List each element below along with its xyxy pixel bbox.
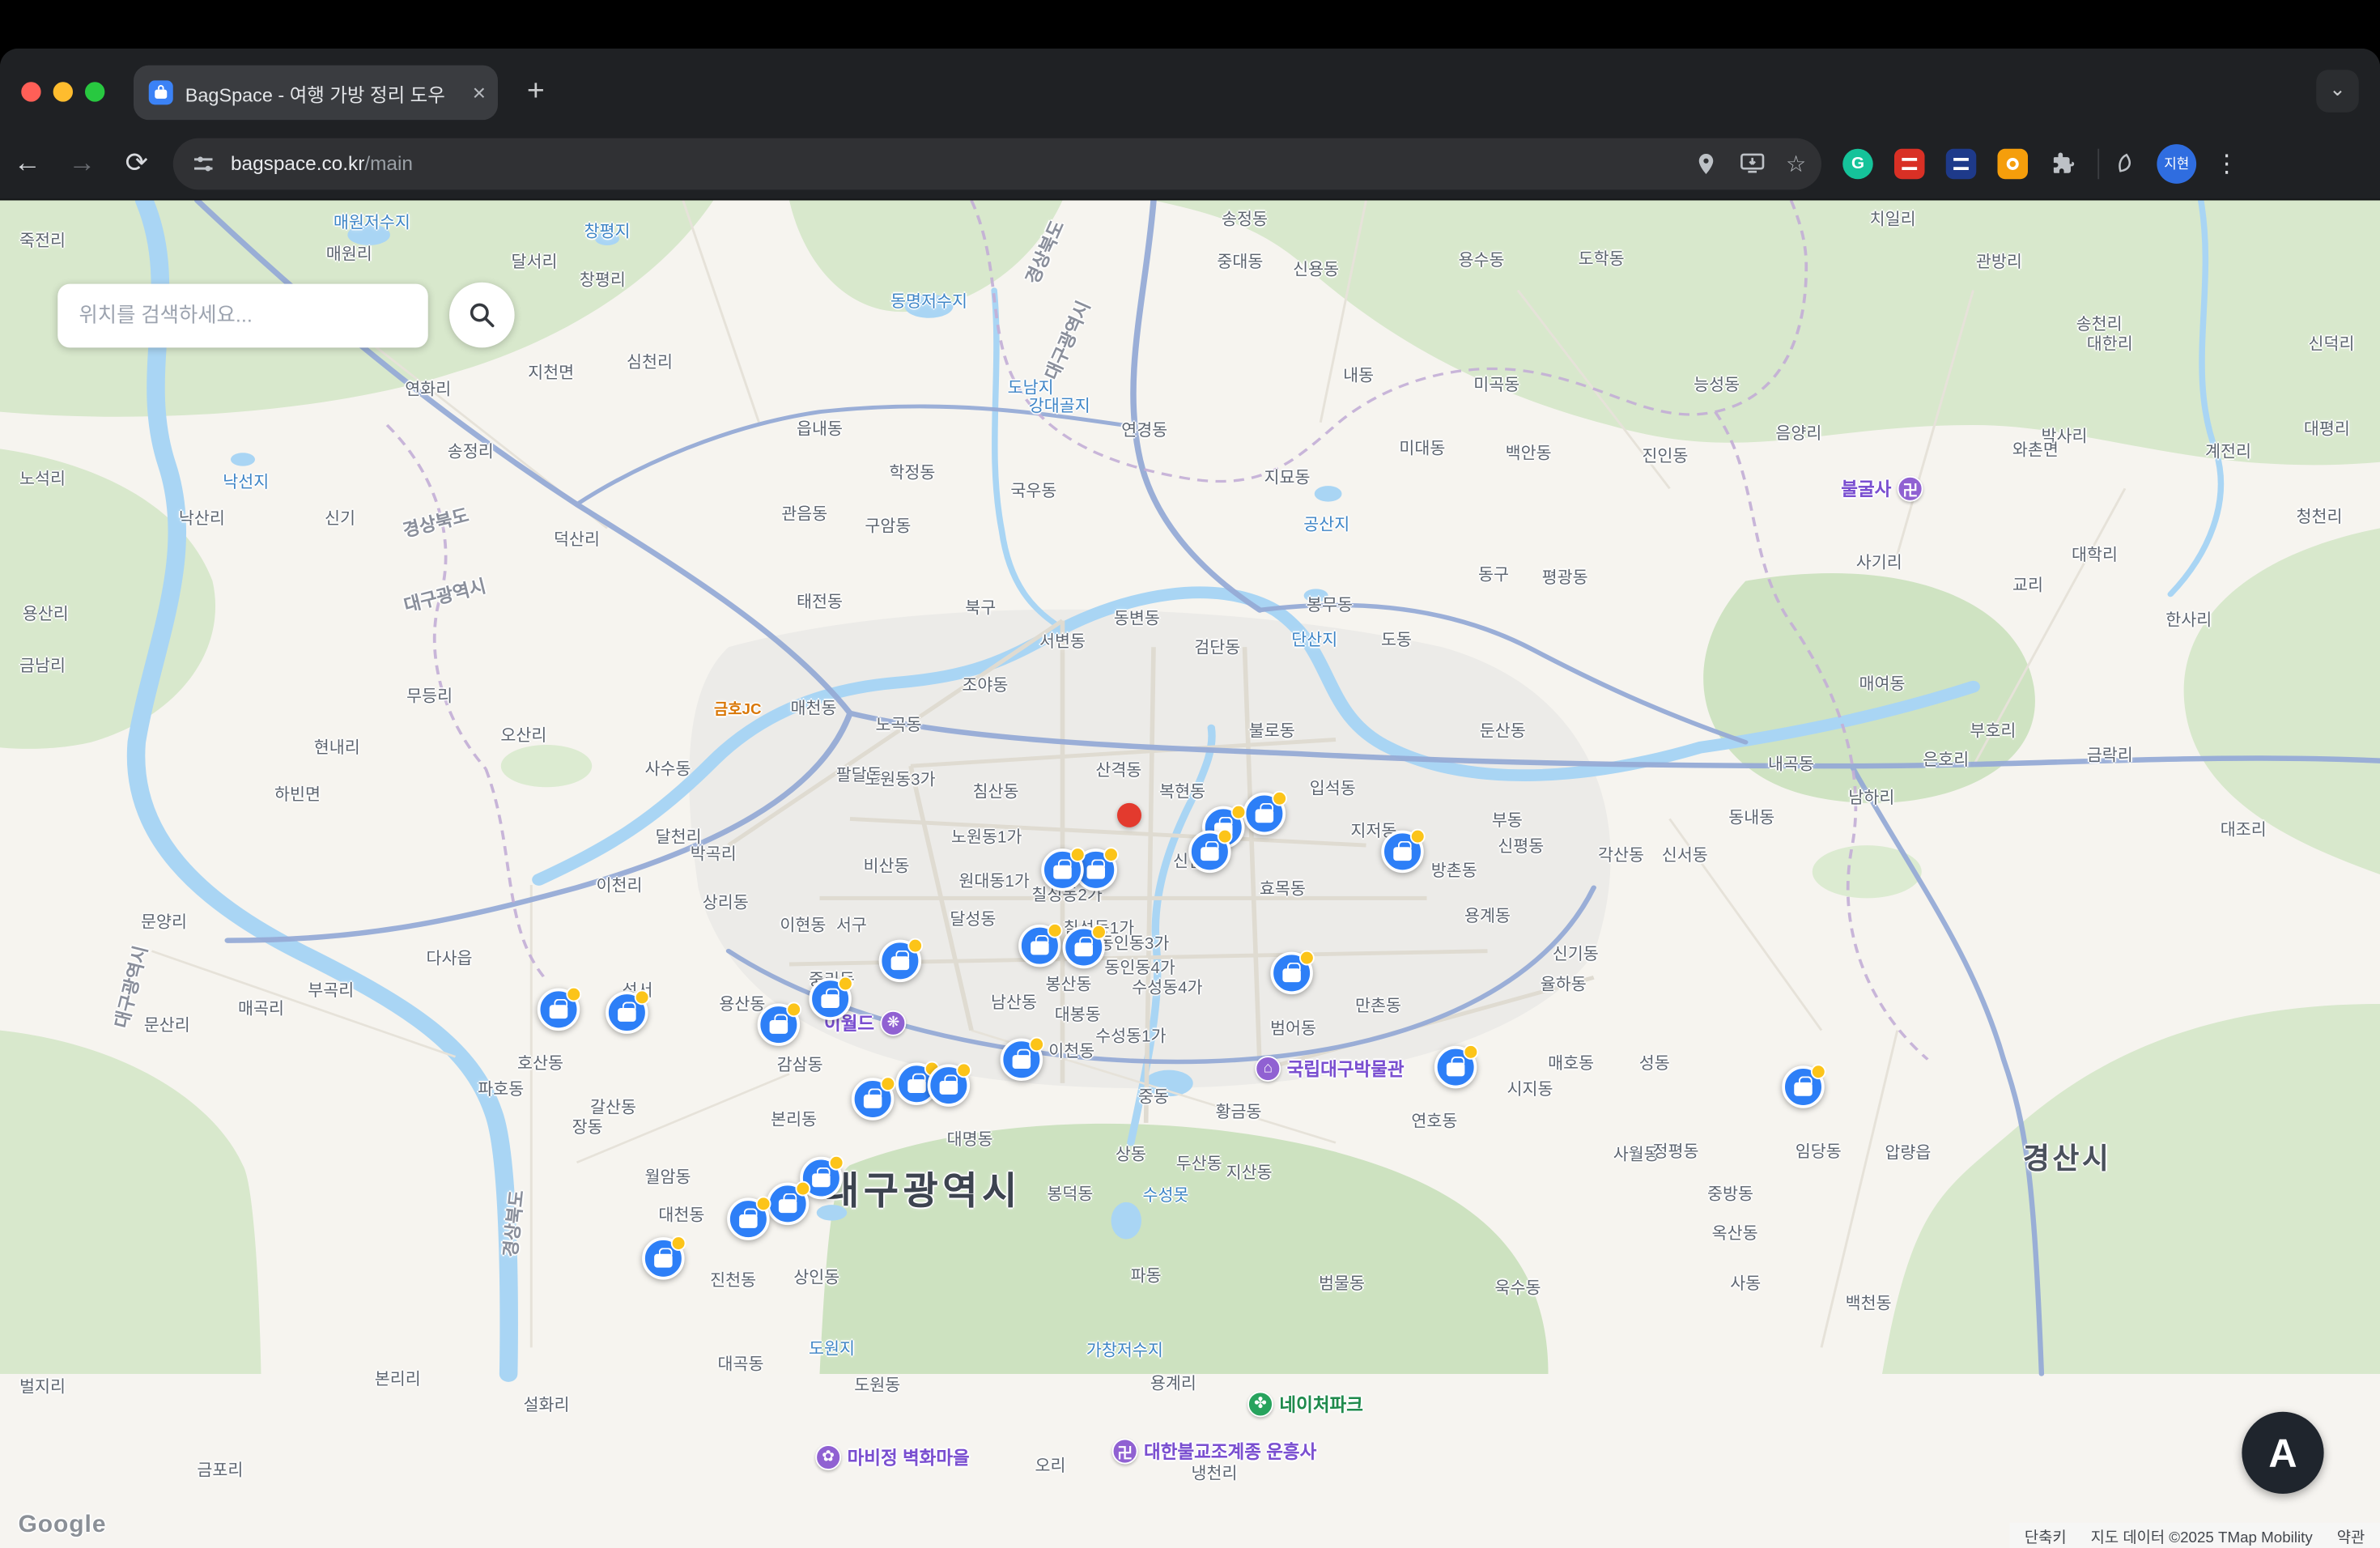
leaf-icon[interactable] [2114,151,2139,176]
bag-storage-marker[interactable] [1188,831,1231,874]
bag-storage-marker[interactable] [1381,831,1424,874]
search-overlay [57,283,514,348]
map-data-credit: 지도 데이터 ©2025 TMap Mobility [2091,1525,2313,1547]
tab-title: BagSpace - 여행 가방 정리 도우 [185,79,464,108]
tab-search-chevron-icon[interactable]: ⌄ [2316,70,2359,113]
bag-storage-marker[interactable] [1063,926,1106,969]
browser-profile-avatar[interactable]: 지현 [2157,143,2196,183]
map-canvas[interactable]: 대구광역시경산시경상북도대구광역시경상북도대구광역시경상북도대구광역시매원저수지… [0,201,2380,1548]
bag-storage-marker[interactable] [1434,1046,1477,1089]
extensions-area: G [1842,148,2028,179]
browser-window: BagSpace - 여행 가방 정리 도우 × + ⌄ ← → ⟳ bagsp… [0,49,2380,1548]
extension-icon[interactable]: G [1842,148,1873,179]
bookmark-star-icon[interactable]: ☆ [1786,150,1806,177]
site-settings-tune-icon[interactable] [191,151,215,176]
install-app-icon[interactable] [1739,152,1765,175]
search-button[interactable] [449,283,515,348]
bag-storage-marker[interactable] [538,989,580,1031]
search-icon [468,300,497,330]
bag-storage-marker[interactable] [809,978,852,1021]
location-pin-icon[interactable] [1694,151,1718,176]
bag-storage-marker[interactable] [758,1003,801,1046]
bag-storage-marker[interactable] [1001,1039,1043,1082]
bag-storage-marker[interactable] [1782,1065,1825,1108]
extension-icon[interactable] [1998,148,2029,179]
puzzle-extensions-icon[interactable] [2049,150,2076,177]
bag-storage-marker[interactable] [928,1064,971,1107]
new-tab-button[interactable]: + [517,74,554,108]
toolbar-divider [2097,148,2099,179]
window-minimize-button[interactable] [53,81,73,100]
browser-tab[interactable]: BagSpace - 여행 가방 정리 도우 × [134,66,498,121]
bag-storage-marker[interactable] [1041,848,1084,891]
tab-favicon-bag-icon [149,80,173,104]
extension-icon[interactable] [1894,148,1925,179]
map-markers-layer [0,201,2380,1548]
screen: BagSpace - 여행 가방 정리 도우 × + ⌄ ← → ⟳ bagsp… [0,0,2380,1548]
bag-storage-marker[interactable] [852,1078,895,1121]
tab-close-icon[interactable]: × [473,81,486,104]
reload-button[interactable]: ⟳ [109,147,164,179]
browser-toolbar: ← → ⟳ bagspace.co.kr/main ☆ [0,128,2380,201]
bag-storage-marker[interactable] [767,1183,810,1226]
address-bar[interactable]: bagspace.co.kr/main ☆ [173,138,1821,189]
back-button[interactable]: ← [0,147,55,179]
url-text: bagspace.co.kr/main [231,152,1672,175]
current-location-red-marker[interactable] [1117,803,1141,827]
bag-storage-marker[interactable] [1018,925,1061,968]
bag-storage-marker[interactable] [606,991,648,1034]
google-logo: Google [19,1512,107,1540]
shortcut-link[interactable]: 단축키 [2025,1525,2067,1547]
bag-storage-marker[interactable] [1243,793,1286,836]
forward-button[interactable]: → [55,147,110,179]
browser-menu-kebab-icon[interactable]: ⋮ [2215,148,2239,179]
bag-storage-marker[interactable] [1270,952,1313,995]
bag-storage-marker[interactable] [879,940,922,983]
bag-storage-marker[interactable] [642,1237,685,1280]
window-close-button[interactable] [21,81,40,100]
bag-storage-marker[interactable] [727,1197,770,1240]
map-attribution: 단축키 지도 데이터 ©2025 TMap Mobility 약관 [2009,1523,2380,1548]
tab-strip: BagSpace - 여행 가방 정리 도우 × + ⌄ [0,49,2380,128]
search-input[interactable] [57,283,428,347]
window-zoom-button[interactable] [85,81,104,100]
profile-fab-button[interactable]: A [2242,1412,2323,1494]
extension-icon[interactable] [1946,148,1977,179]
terms-link[interactable]: 약관 [2337,1525,2365,1547]
